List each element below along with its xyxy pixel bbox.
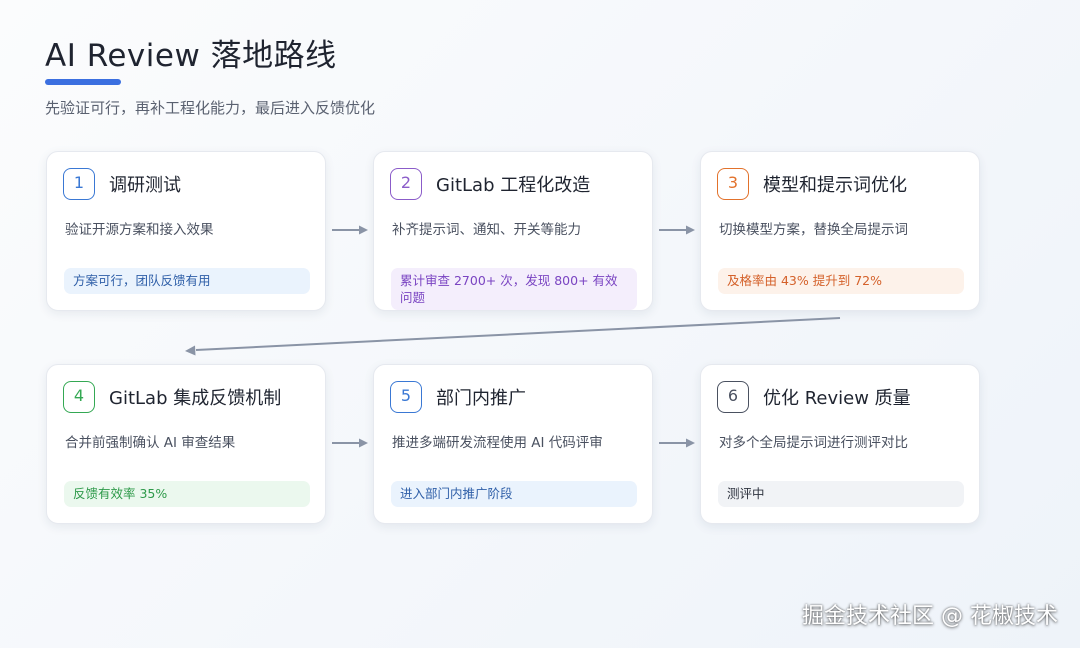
arrow-5-to-6 xyxy=(659,438,695,448)
step-badge-2: 累计审查 2700+ 次，发现 800+ 有效问题 xyxy=(391,268,637,310)
step-title-3: 模型和提示词优化 xyxy=(763,175,907,196)
title-underline xyxy=(45,79,121,85)
step-title-1: 调研测试 xyxy=(109,175,181,196)
page-subtitle: 先验证可行，再补工程化能力，最后进入反馈优化 xyxy=(45,99,376,117)
step-badge-5: 进入部门内推广阶段 xyxy=(391,481,637,507)
step-desc-1: 验证开源方案和接入效果 xyxy=(65,222,214,238)
arrow-1-to-2 xyxy=(332,225,368,235)
step-card-1: 1 调研测试 验证开源方案和接入效果 方案可行，团队反馈有用 xyxy=(46,151,326,311)
step-desc-5: 推进多端研发流程使用 AI 代码评审 xyxy=(392,435,603,451)
step-title-6: 优化 Review 质量 xyxy=(763,388,911,409)
step-title-2: GitLab 工程化改造 xyxy=(436,175,591,196)
step-title-4: GitLab 集成反馈机制 xyxy=(109,388,282,409)
step-desc-6: 对多个全局提示词进行测评对比 xyxy=(719,435,908,451)
step-number-6: 6 xyxy=(717,381,749,413)
watermark: 掘金技术社区 @ 花椒技术 xyxy=(802,604,1058,629)
step-title-5: 部门内推广 xyxy=(436,388,526,409)
step-badge-3: 及格率由 43% 提升到 72% xyxy=(718,268,964,294)
step-card-4: 4 GitLab 集成反馈机制 合并前强制确认 AI 审查结果 反馈有效率 35… xyxy=(46,364,326,524)
step-number-4: 4 xyxy=(63,381,95,413)
step-badge-4: 反馈有效率 35% xyxy=(64,481,310,507)
step-number-2: 2 xyxy=(390,168,422,200)
step-number-5: 5 xyxy=(390,381,422,413)
step-card-6: 6 优化 Review 质量 对多个全局提示词进行测评对比 测评中 xyxy=(700,364,980,524)
step-desc-3: 切换模型方案，替换全局提示词 xyxy=(719,222,908,238)
step-card-2: 2 GitLab 工程化改造 补齐提示词、通知、开关等能力 累计审查 2700+… xyxy=(373,151,653,311)
step-desc-4: 合并前强制确认 AI 审查结果 xyxy=(65,435,236,451)
arrow-2-to-3 xyxy=(659,225,695,235)
arrow-4-to-5 xyxy=(332,438,368,448)
step-card-3: 3 模型和提示词优化 切换模型方案，替换全局提示词 及格率由 43% 提升到 7… xyxy=(700,151,980,311)
step-badge-1: 方案可行，团队反馈有用 xyxy=(64,268,310,294)
step-desc-2: 补齐提示词、通知、开关等能力 xyxy=(392,222,581,238)
step-badge-6: 测评中 xyxy=(718,481,964,507)
step-number-3: 3 xyxy=(717,168,749,200)
page-title: AI Review 落地路线 xyxy=(45,38,337,74)
step-number-1: 1 xyxy=(63,168,95,200)
step-card-5: 5 部门内推广 推进多端研发流程使用 AI 代码评审 进入部门内推广阶段 xyxy=(373,364,653,524)
